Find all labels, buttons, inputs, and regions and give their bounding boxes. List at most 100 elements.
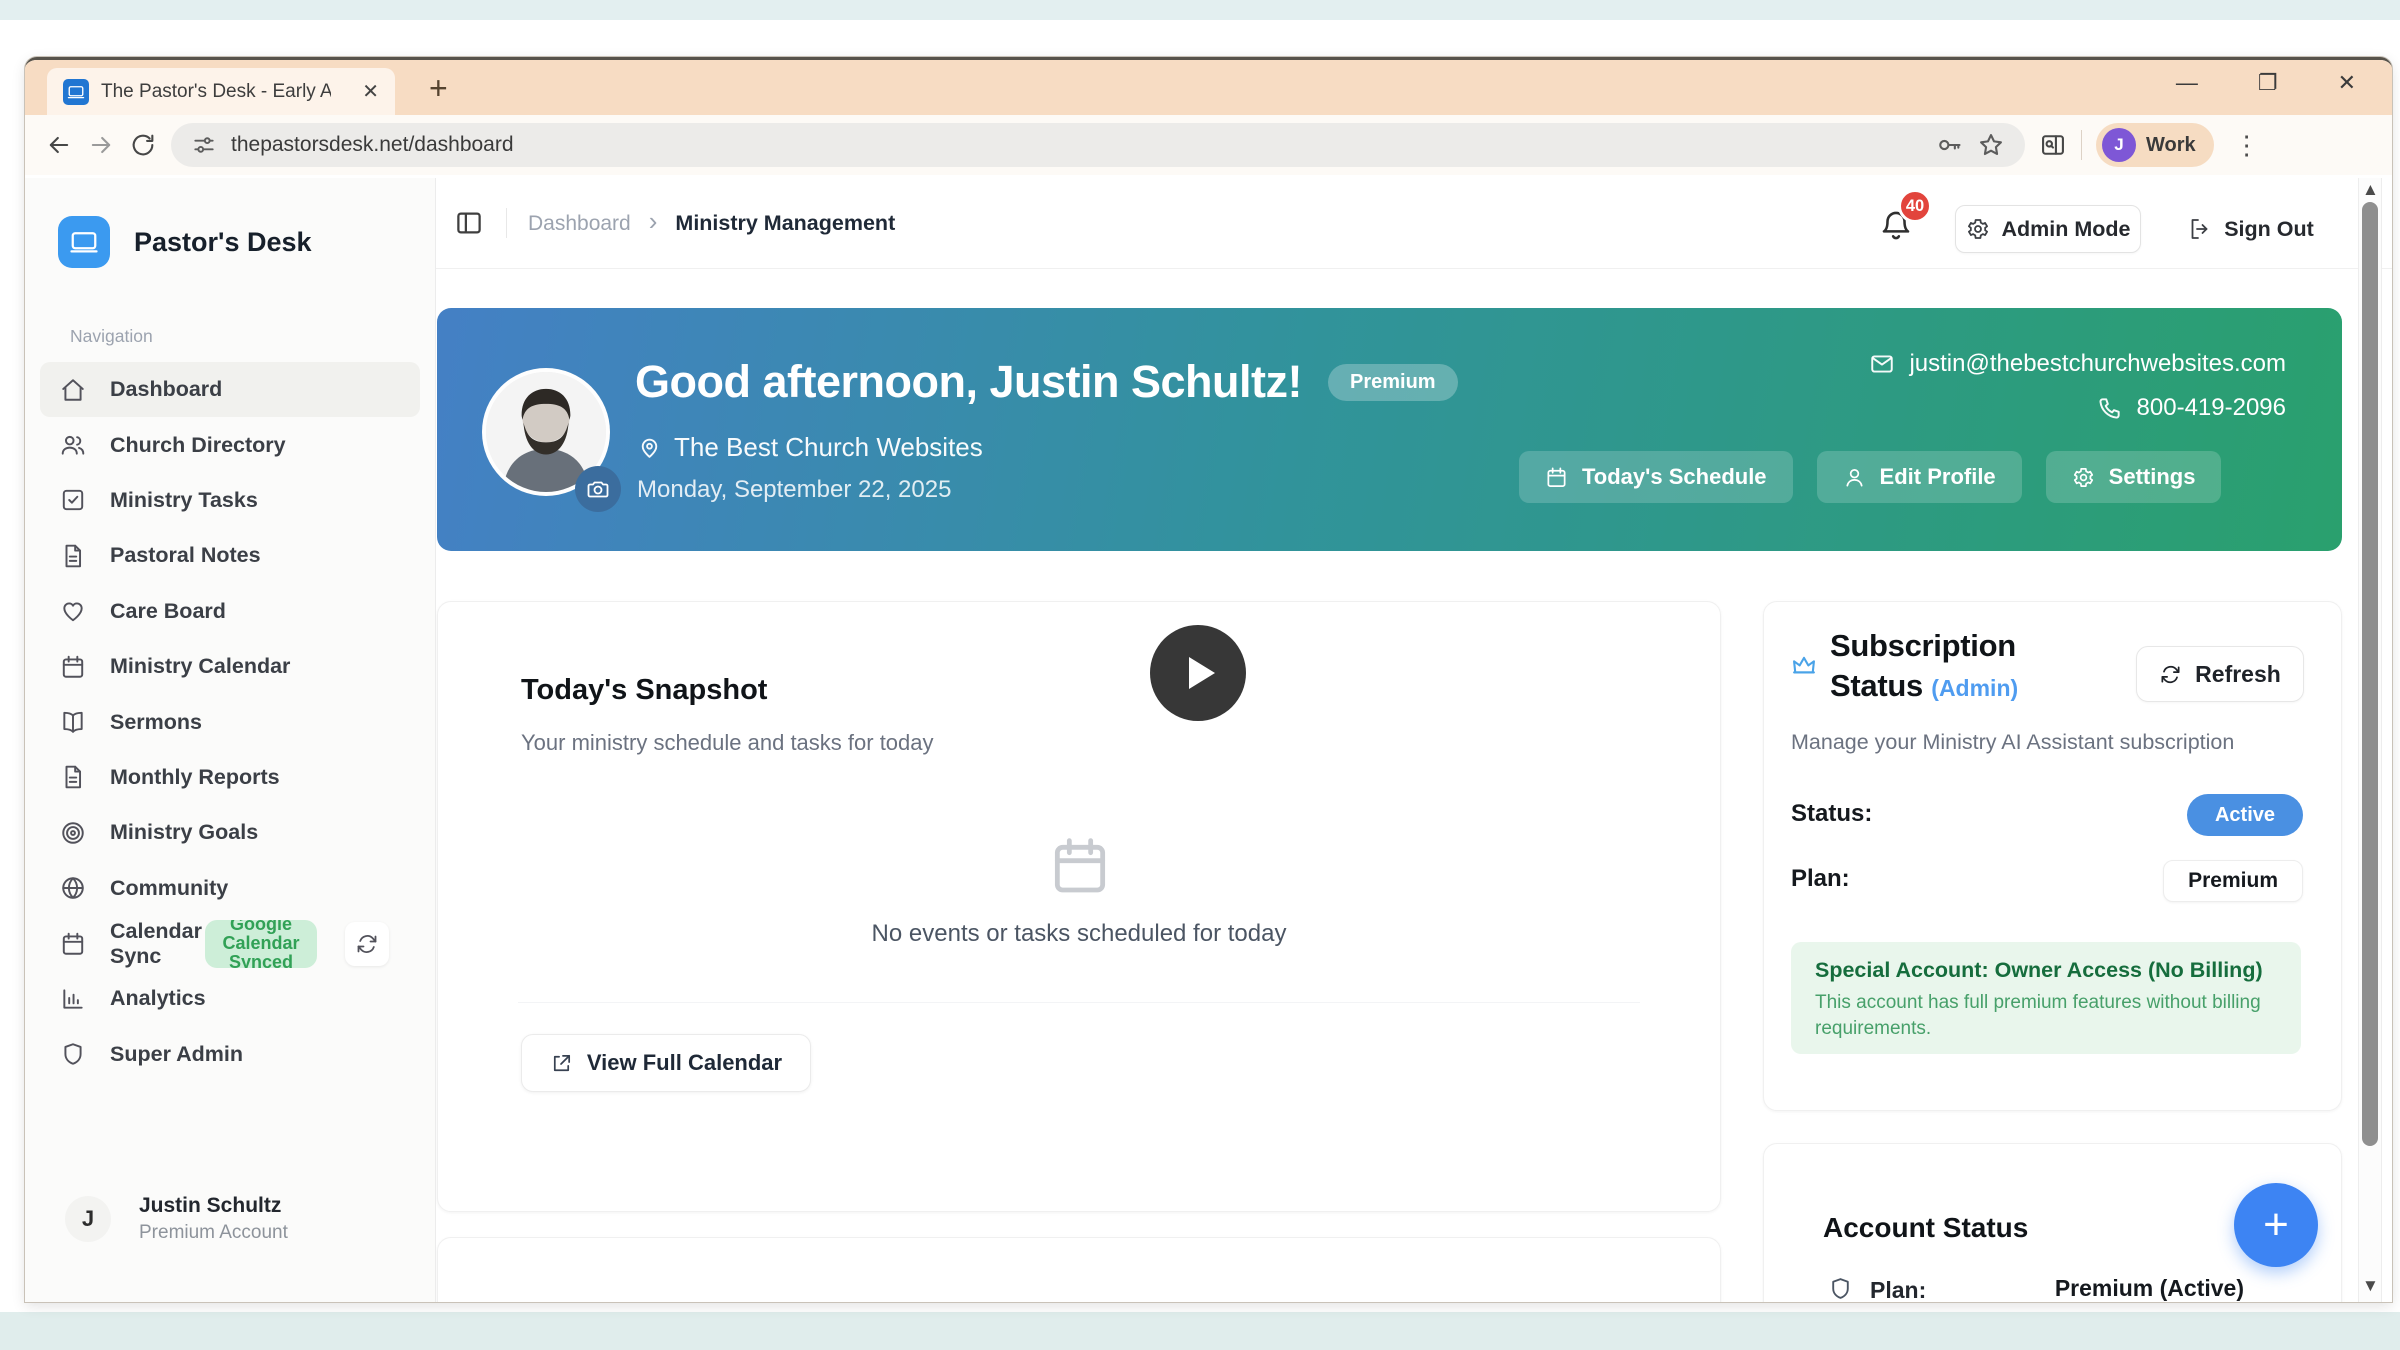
sidebar-item-sermons[interactable]: Sermons [40,694,420,749]
sidebar-item-community[interactable]: Community [40,861,420,916]
sidebar-item-church-directory[interactable]: Church Directory [40,417,420,472]
sidebar-item-label: Super Admin [110,1042,243,1067]
phone-icon [2097,395,2123,421]
browser-tab[interactable]: The Pastor's Desk - Early Acces ✕ [47,68,395,115]
sidebar-item-dashboard[interactable]: Dashboard [40,362,420,417]
sidebar-item-care-board[interactable]: Care Board [40,584,420,639]
breadcrumb: Dashboard › Ministry Management [528,178,895,269]
sidebar: Pastor's Desk Navigation DashboardChurch… [25,178,436,1302]
admin-mode-button[interactable]: Admin Mode [1955,205,2141,253]
account-plan-label: Plan: [1870,1277,1926,1302]
sidebar-item-monthly-reports[interactable]: Monthly Reports [40,750,420,805]
sidebar-item-analytics[interactable]: Analytics [40,971,420,1026]
today-s-schedule-button[interactable]: Today's Schedule [1519,451,1793,503]
maximize-button[interactable]: ❐ [2258,70,2278,96]
browser-profile-chip[interactable]: J Work [2096,123,2214,167]
partial-bottom-card [437,1237,1721,1302]
new-tab-button[interactable]: + [429,70,448,107]
calendar-icon [60,654,86,680]
sidebar-item-ministry-goals[interactable]: Ministry Goals [40,805,420,860]
toolbar-divider [2081,130,2082,160]
sidebar-item-label: Ministry Calendar [110,654,290,679]
scrollbar-down-icon[interactable]: ▼ [2362,1276,2379,1296]
edit-profile-button[interactable]: Edit Profile [1817,451,2022,503]
user-icon [1843,466,1866,489]
browser-menu-icon[interactable]: ⋮ [2228,130,2266,161]
sync-badge-line: Google [230,920,292,935]
calendar-sync-refresh-button[interactable] [345,922,389,966]
book-open-icon [60,709,86,735]
camera-icon[interactable] [575,466,621,512]
snapshot-subtitle: Your ministry schedule and tasks for tod… [521,730,934,756]
subscription-title-line2: Status (Admin) [1830,666,2018,708]
refresh-button[interactable]: Refresh [2136,646,2304,702]
sign-out-label: Sign Out [2224,217,2314,242]
sidebar-item-ministry-calendar[interactable]: Ministry Calendar [40,639,420,694]
add-floating-button[interactable]: + [2234,1183,2318,1267]
scrollbar-up-icon[interactable]: ▲ [2362,180,2379,200]
status-active-badge: Active [2187,794,2303,836]
sidebar-item-label: Pastoral Notes [110,543,261,568]
sidebar-user[interactable]: J Justin Schultz Premium Account [65,1194,288,1244]
google-calendar-synced-badge: GoogleCalendarSynced [205,920,317,968]
crown-icon [1790,652,1818,680]
view-full-calendar-button[interactable]: View Full Calendar [521,1034,811,1092]
sidebar-toggle-icon[interactable] [454,208,484,238]
user-plan-label: Premium Account [139,1222,288,1244]
logo-laptop-icon [58,216,110,268]
check-square-icon [60,487,86,513]
file-text-icon [60,764,86,790]
user-avatar: J [65,1196,111,1242]
greeting-title: Good afternoon, Justin Schultz! [635,356,1302,408]
special-account-notice: Special Account: Owner Access (No Billin… [1791,942,2301,1054]
gear-icon [2072,466,2095,489]
settings-button[interactable]: Settings [2046,451,2222,503]
video-play-button[interactable] [1150,625,1246,721]
location-pin-icon [637,435,662,460]
snapshot-title: Today's Snapshot [521,674,767,707]
empty-calendar-icon [1048,834,1112,898]
sidebar-item-label: Dashboard [110,377,222,402]
special-account-body: This account has full premium features w… [1815,990,2265,1042]
hero-title-row: Good afternoon, Justin Schultz! Premium [635,356,1458,408]
target-icon [60,820,86,846]
tab-close-icon[interactable]: ✕ [362,79,379,104]
close-button[interactable]: ✕ [2338,70,2356,96]
browser-tab-strip: The Pastor's Desk - Early Acces ✕ + — ❐ … [25,60,2392,115]
minimize-button[interactable]: — [2176,70,2198,96]
page-scrollbar[interactable]: ▲ ▼ [2358,178,2382,1302]
address-bar[interactable]: thepastorsdesk.net/dashboard [171,123,2025,167]
snapshot-empty-message: No events or tasks scheduled for today [438,920,1720,948]
subscription-subtitle: Manage your Ministry AI Assistant subscr… [1791,730,2234,755]
password-key-icon[interactable] [1935,131,1963,159]
subscription-title-line1: Subscription [1830,626,2018,666]
status-label: Status: [1791,800,1872,828]
phone-row: 800-419-2096 [2097,394,2286,422]
calendar-icon [1545,466,1568,489]
plan-premium-badge: Premium [2163,860,2303,902]
gear-icon [1966,217,1990,241]
hero-button-label: Settings [2109,464,2196,490]
home-icon [60,377,86,403]
current-date: Monday, September 22, 2025 [637,476,951,504]
scrollbar-thumb[interactable] [2362,202,2378,1146]
sidebar-item-calendar-sync[interactable]: Calendar SyncGoogleCalendarSynced [40,916,420,971]
sidebar-item-super-admin[interactable]: Super Admin [40,1027,420,1082]
mail-icon [1869,351,1895,377]
account-status-title: Account Status [1823,1212,2028,1244]
page-top-strip [0,0,2400,20]
sidebar-item-label: Analytics [110,986,206,1011]
back-icon[interactable] [45,131,73,159]
sign-out-button[interactable]: Sign Out [2176,205,2326,253]
sidebar-item-ministry-tasks[interactable]: Ministry Tasks [40,473,420,528]
reload-icon[interactable] [129,131,157,159]
nav-list: Dashboard Church DirectoryMinistry Tasks P… [40,362,420,1082]
side-panel-icon[interactable] [2039,131,2067,159]
sidebar-item-label: Ministry Goals [110,820,258,845]
bookmark-star-icon[interactable] [1977,131,2005,159]
site-info-icon[interactable] [191,132,217,158]
forward-icon[interactable] [87,131,115,159]
sidebar-item-pastoral-notes[interactable]: Pastoral Notes [40,528,420,583]
hero-button-label: Edit Profile [1880,464,1996,490]
breadcrumb-dashboard[interactable]: Dashboard [528,212,631,236]
